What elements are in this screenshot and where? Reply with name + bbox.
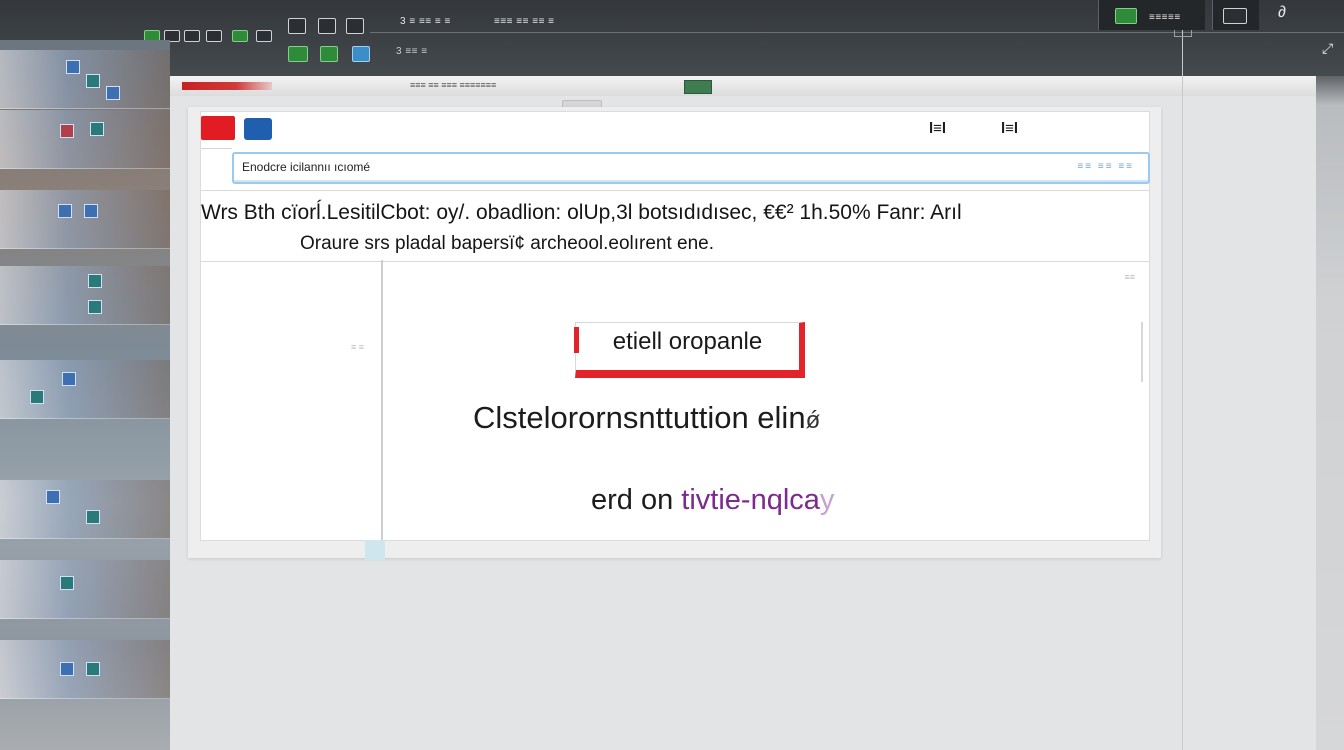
toolbar-right-label: ≡≡≡≡≡ <box>1149 12 1181 23</box>
status-suffix-icon: ǿ <box>805 407 821 434</box>
header-icon-a[interactable]: l≡l <box>929 120 946 137</box>
thumbnail-row[interactable] <box>0 480 170 539</box>
message-line-1: Wrs Bth cïorĺ.LesitilCbot: oy/. obadlion… <box>201 201 962 224</box>
photo-icon[interactable] <box>288 46 308 62</box>
toolbar-right-panel: ≡≡≡≡≡ <box>1098 0 1205 30</box>
address-hint: ≡≡ ≡≡ ≡≡ <box>1077 161 1134 172</box>
status-message: Clstelorornsnttuttion elinǿ <box>473 400 820 436</box>
status-tag <box>684 80 712 94</box>
thumbnail[interactable] <box>86 74 100 88</box>
corner-label: ≡≡ <box>1124 272 1135 282</box>
thumbnail[interactable] <box>46 490 60 504</box>
top-toolbar: 3 ≡ ≡≡ ≡ ≡ ≡≡≡ ≡≡ ≡≡ ≡ 3 ≡≡ ≡ ≡≡≡≡≡ ∂ ⤢ <box>0 0 1344 76</box>
thumbnail[interactable] <box>84 204 98 218</box>
crop-icon[interactable] <box>206 30 222 42</box>
monitor-icon[interactable] <box>1115 8 1137 24</box>
thumbnail-strip <box>0 40 170 750</box>
toolbar-right-panel-b <box>1212 0 1259 30</box>
thumbnail-row[interactable] <box>0 50 170 109</box>
thumbnail[interactable] <box>86 662 100 676</box>
footer-message: erd on tivtie-nqlcay <box>591 484 834 517</box>
thumbnail-row[interactable] <box>0 560 170 619</box>
vertical-guide <box>1182 30 1183 750</box>
close-button[interactable] <box>201 116 235 140</box>
content-divider <box>381 260 383 540</box>
message-banner: Wrs Bth cïorĺ.LesitilCbot: oy/. obadlion… <box>201 190 1149 262</box>
thumbnail[interactable] <box>60 662 74 676</box>
thumbnail[interactable] <box>58 204 72 218</box>
panel-icon[interactable] <box>1223 8 1247 24</box>
folder-icon[interactable] <box>288 18 306 34</box>
thumbnail-row[interactable] <box>0 110 170 169</box>
thumbnail[interactable] <box>66 60 80 74</box>
guide-marker[interactable] <box>1174 30 1192 37</box>
address-input[interactable]: Enodcre icilannıı ıcıomé <box>242 160 370 174</box>
dialog-content: l≡l l≡l Enodcre icilannıı ıcıomé ≡≡ ≡≡ ≡… <box>200 111 1150 560</box>
thumbnail[interactable] <box>60 576 74 590</box>
side-label: ≡ ≡ <box>351 342 365 352</box>
browser-dialog: l≡l l≡l Enodcre icilannıı ıcıomé ≡≡ ≡≡ ≡… <box>188 107 1161 560</box>
thumbnail[interactable] <box>86 510 100 524</box>
header-icon-b[interactable]: l≡l <box>1001 120 1018 137</box>
thumbnail[interactable] <box>30 390 44 404</box>
address-bar[interactable]: Enodcre icilannıı ıcıomé ≡≡ ≡≡ ≡≡ <box>232 152 1150 184</box>
gallery-icon[interactable] <box>320 46 338 62</box>
thumbnail-row[interactable] <box>0 190 170 249</box>
thumbnail[interactable] <box>106 86 120 100</box>
thumbnail[interactable] <box>88 300 102 314</box>
thumbnail[interactable] <box>88 274 102 288</box>
window-tab-label[interactable]: ≡≡≡ ≡≡ ≡≡≡ ≡≡≡≡≡≡≡ <box>410 80 496 90</box>
primary-action-button[interactable]: etiell oropanle <box>574 322 805 378</box>
thumbnail[interactable] <box>90 122 104 136</box>
toolbar-label-a: 3 ≡ ≡≡ ≡ ≡ <box>400 16 451 27</box>
status-text: Clstelorornsnttuttion elin <box>473 400 806 435</box>
settings-icon[interactable]: ∂ <box>1278 4 1286 22</box>
thumbnail[interactable] <box>60 124 74 138</box>
scrollbar[interactable] <box>1141 322 1143 382</box>
url-divider <box>201 148 232 149</box>
thumbnail-row[interactable] <box>0 266 170 325</box>
frame-icon[interactable] <box>184 30 200 42</box>
image-icon[interactable] <box>318 18 336 34</box>
active-tab-indicator[interactable] <box>182 82 272 90</box>
minimize-button[interactable] <box>244 118 272 140</box>
footer-link[interactable]: tivtie-nqlca <box>681 484 820 516</box>
camera-icon[interactable] <box>346 18 364 34</box>
thumbnail[interactable] <box>62 372 76 386</box>
expand-icon[interactable]: ⤢ <box>1322 40 1333 57</box>
window-icon[interactable] <box>256 30 272 42</box>
footer-prefix: erd on <box>591 484 682 516</box>
message-line-2: Oraure srs pladal bapersï¢ archeool.eolı… <box>300 233 715 254</box>
toolbar-divider <box>370 32 1344 33</box>
toolbar-sub-label: 3 ≡≡ ≡ <box>396 46 428 57</box>
display-icon[interactable] <box>232 30 248 42</box>
footer-link-tail[interactable]: y <box>820 484 835 516</box>
export-icon[interactable] <box>352 46 370 62</box>
toolbar-label-b: ≡≡≡ ≡≡ ≡≡ ≡ <box>494 16 555 27</box>
thumbnail-row[interactable] <box>0 360 170 419</box>
thumbnail-row[interactable] <box>0 640 170 699</box>
window-tab-bar: ≡≡≡ ≡≡ ≡≡≡ ≡≡≡≡≡≡≡ <box>170 76 1316 97</box>
resize-handle[interactable] <box>365 540 385 560</box>
